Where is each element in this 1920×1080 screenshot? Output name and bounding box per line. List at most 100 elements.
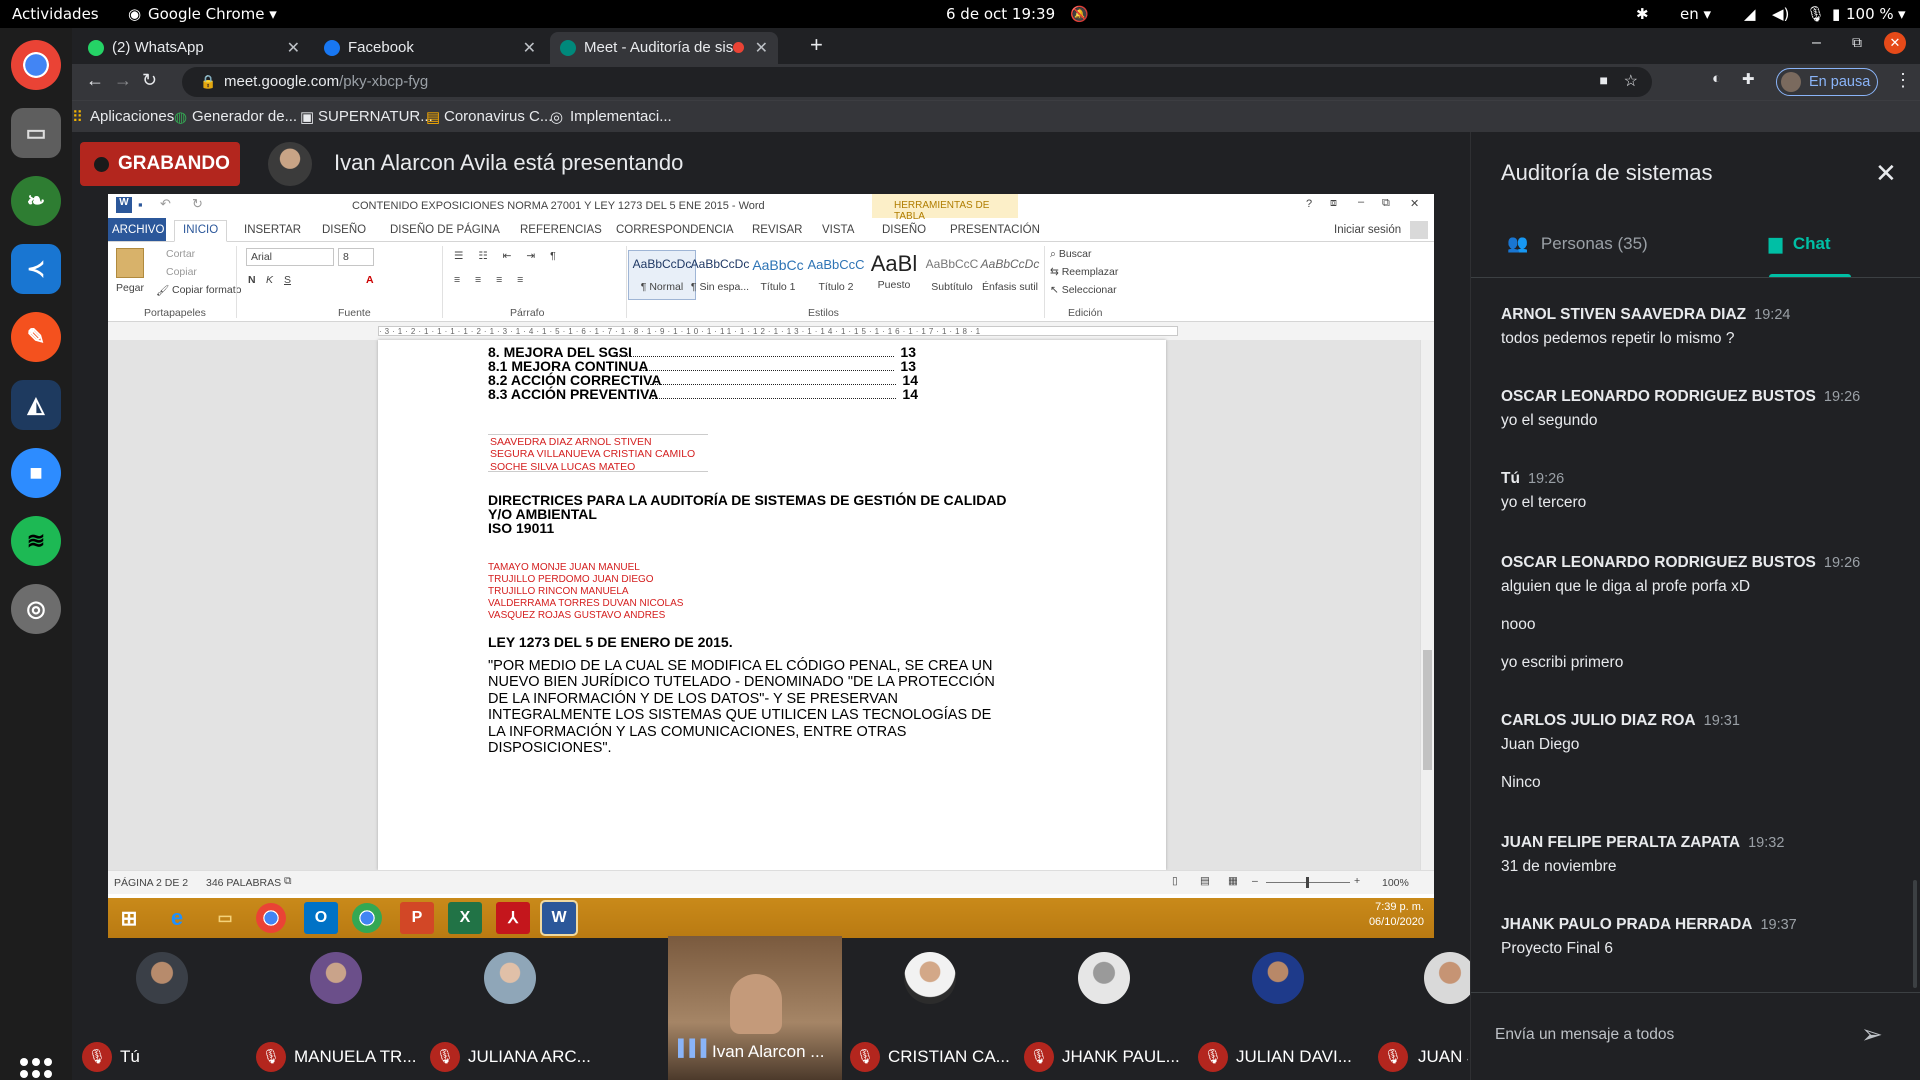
- document-page[interactable]: 8. MEJORA DEL SGSI 13 8.1 MEJORA CONTINUA…: [378, 340, 1166, 870]
- style-enfasis-sutil[interactable]: AaBbCcDc Énfasis sutil: [976, 250, 1044, 300]
- camera-icon[interactable]: ■: [1600, 72, 1608, 88]
- tab-inicio[interactable]: INICIO: [174, 220, 228, 242]
- save-icon[interactable]: ▪: [138, 197, 143, 212]
- font-color-icon[interactable]: A: [366, 274, 374, 286]
- participant-tile[interactable]: 🎙 MANUELA TR...: [248, 942, 422, 1080]
- paste-icon[interactable]: [116, 248, 144, 278]
- align-icons[interactable]: ≡ ≡ ≡ ≡: [454, 274, 529, 286]
- replace-button[interactable]: ⇆ Reemplazar: [1050, 266, 1118, 278]
- show-applications-icon[interactable]: [20, 1058, 52, 1080]
- profile-paused-button[interactable]: En pausa: [1776, 68, 1878, 96]
- cut-button[interactable]: Cortar: [166, 248, 195, 260]
- help-icon[interactable]: ?: [1306, 198, 1312, 210]
- reload-icon[interactable]: ↻: [142, 70, 157, 91]
- tab-facebook[interactable]: Facebook ✕: [314, 32, 546, 64]
- tab-people[interactable]: 👥 Personas (35): [1507, 234, 1648, 254]
- mysql-workbench-icon[interactable]: ◭: [11, 380, 61, 430]
- minimize-icon[interactable]: –: [1358, 196, 1364, 208]
- tab-insertar[interactable]: INSERTAR: [244, 224, 301, 236]
- redo-icon[interactable]: ↻: [192, 196, 203, 212]
- close-icon[interactable]: ✕: [287, 38, 300, 58]
- bookmark-star-icon[interactable]: ☆: [1624, 71, 1638, 91]
- minimize-icon[interactable]: –: [1812, 34, 1821, 52]
- copy-button[interactable]: Copiar: [166, 266, 197, 278]
- tab-presentacion[interactable]: PRESENTACIÓN: [950, 224, 1040, 236]
- find-button[interactable]: ⌕ Buscar: [1050, 248, 1092, 261]
- underline-icon[interactable]: S: [284, 274, 291, 286]
- tab-correspondencia[interactable]: CORRESPONDENCIA: [616, 224, 734, 236]
- participant-tile[interactable]: 🎙 Tú: [74, 942, 248, 1080]
- bookmark-supernatural[interactable]: SUPERNATUR...: [318, 108, 433, 125]
- back-icon[interactable]: ←: [86, 70, 104, 91]
- clock[interactable]: 6 de oct 19:39: [946, 5, 1055, 23]
- chat-message-input[interactable]: [1495, 1015, 1855, 1055]
- italic-icon[interactable]: K: [266, 274, 273, 286]
- postman-icon[interactable]: ✎: [11, 312, 61, 362]
- vscode-icon[interactable]: ≺: [11, 244, 61, 294]
- close-icon[interactable]: ✕: [523, 38, 536, 58]
- activities-button[interactable]: Actividades: [12, 5, 99, 23]
- format-painter-button[interactable]: Copiar formato: [172, 284, 241, 296]
- app-menu[interactable]: Google Chrome ▾: [148, 5, 277, 23]
- font-size-select[interactable]: 8: [338, 248, 374, 266]
- bookmark-implementacion[interactable]: Implementaci...: [570, 108, 672, 125]
- tab-revisar[interactable]: REVISAR: [752, 224, 803, 236]
- forward-icon[interactable]: →: [114, 70, 132, 91]
- participant-tile[interactable]: 🎙 JUAN JOSE F...: [1294, 942, 1476, 1080]
- print-layout-icon[interactable]: ▤: [1200, 875, 1210, 887]
- web-layout-icon[interactable]: ▦: [1228, 875, 1238, 887]
- zoom-slider-thumb[interactable]: [1306, 877, 1309, 888]
- bookmark-generador[interactable]: Generador de...: [192, 108, 297, 125]
- tab-vista[interactable]: VISTA: [822, 224, 854, 236]
- system-menu-icon[interactable]: ▾: [1898, 5, 1906, 23]
- ribbon-options-icon[interactable]: ⧈: [1330, 197, 1337, 210]
- zoom-out-icon[interactable]: –: [1252, 875, 1258, 887]
- disk-icon[interactable]: ◎: [11, 584, 61, 634]
- close-icon[interactable]: ✕: [755, 38, 768, 58]
- chat-scrollbar[interactable]: [1913, 880, 1917, 988]
- spotify-icon[interactable]: ≋: [11, 516, 61, 566]
- tab-diseno[interactable]: DISEÑO: [322, 224, 366, 236]
- close-icon[interactable]: ✕: [1410, 197, 1419, 210]
- read-mode-icon[interactable]: ▯: [1172, 875, 1178, 887]
- input-language[interactable]: en ▾: [1680, 5, 1711, 23]
- tab-table-diseno[interactable]: DISEÑO: [882, 224, 926, 236]
- tab-whatsapp[interactable]: (2) WhatsApp ✕: [78, 32, 310, 64]
- select-button[interactable]: ↖ Seleccionar: [1050, 284, 1117, 296]
- tab-meet[interactable]: Meet - Auditoría de sis ✕: [550, 32, 778, 64]
- new-tab-icon[interactable]: +: [810, 32, 823, 58]
- tab-archivo[interactable]: ARCHIVO: [108, 218, 166, 241]
- bookmark-coronavirus[interactable]: Coronavirus C...: [444, 108, 552, 125]
- bold-icon[interactable]: N: [248, 274, 256, 286]
- undo-icon[interactable]: ↶: [160, 196, 171, 212]
- zoom-level[interactable]: 100%: [1382, 877, 1409, 889]
- presenter-video-tile[interactable]: ▌▌▌ Ivan Alarcon ...: [668, 936, 842, 1080]
- shared-screen-word[interactable]: W ▪ ↶ ↻ CONTENIDO EXPOSICIONES NORMA 270…: [108, 194, 1434, 898]
- signin-link[interactable]: Iniciar sesión: [1334, 224, 1401, 236]
- tab-referencias[interactable]: REFERENCIAS: [520, 224, 602, 236]
- menu-icon[interactable]: ⋮: [1894, 70, 1912, 91]
- extension-icon[interactable]: ◐: [1712, 70, 1721, 87]
- vertical-scrollbar[interactable]: [1420, 340, 1434, 870]
- close-window-icon[interactable]: ✕: [1884, 32, 1906, 54]
- participant-tile[interactable]: 🎙 JULIANA ARC...: [422, 942, 596, 1080]
- close-panel-icon[interactable]: ✕: [1875, 158, 1897, 189]
- restore-icon[interactable]: ⧉: [1852, 34, 1862, 51]
- send-icon[interactable]: ➢: [1861, 1019, 1883, 1050]
- restore-icon[interactable]: ⧉: [1382, 197, 1390, 210]
- bookmark-apps[interactable]: Aplicaciones: [90, 108, 174, 125]
- green-app-icon[interactable]: ❧: [11, 176, 61, 226]
- address-bar[interactable]: 🔒 meet.google.com/pky-xbcp-fyg ■ ☆: [182, 67, 1652, 97]
- zoom-icon[interactable]: ■: [11, 448, 61, 498]
- paste-button[interactable]: Pegar: [116, 282, 144, 294]
- files-icon[interactable]: ▭: [11, 108, 61, 158]
- zoom-in-icon[interactable]: +: [1354, 875, 1360, 887]
- tab-diseno-pagina[interactable]: DISEÑO DE PÁGINA: [390, 224, 500, 236]
- participant-tile[interactable]: 🎙 JHANK PAUL...: [1016, 942, 1190, 1080]
- proofing-icon[interactable]: ⧉: [284, 875, 292, 888]
- chrome-icon[interactable]: [11, 40, 61, 90]
- puzzle-icon[interactable]: ✚: [1742, 70, 1755, 88]
- tab-chat[interactable]: ▆ Chat: [1769, 234, 1831, 254]
- scrollbar-thumb[interactable]: [1423, 650, 1432, 770]
- font-name-select[interactable]: Arial: [246, 248, 334, 266]
